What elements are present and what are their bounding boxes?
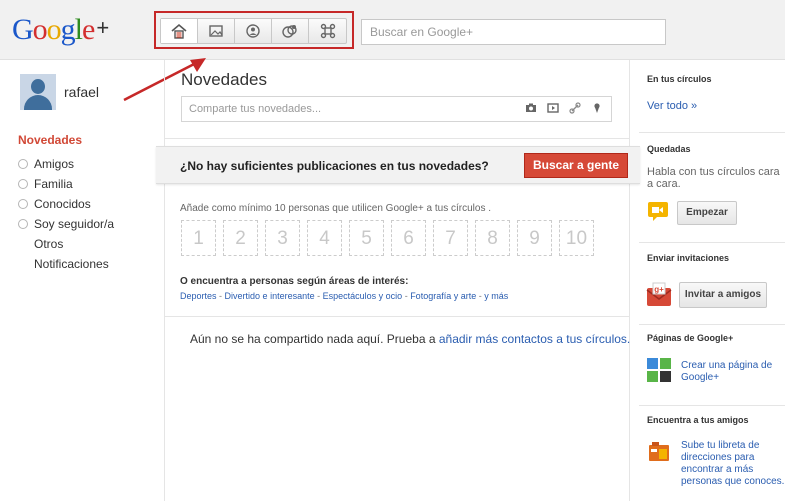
counter-slot: 9 [517,220,552,256]
circle-icon [18,219,28,229]
circle-icon [18,179,28,189]
location-icon[interactable] [591,102,603,114]
divider [639,242,785,243]
interest-link-deportes[interactable]: Deportes [180,291,217,301]
circle-icon [18,199,28,209]
left-nav: Novedades Amigos Familia Conocidos Soy s… [18,133,114,274]
circles-heading: En tus círculos [647,74,712,84]
page-title: Novedades [181,70,268,89]
left-nav-otros[interactable]: Otros [18,234,114,254]
hangouts-heading: Quedadas [647,144,691,154]
right-sidebar: En tus círculos Ver todo » Quedadas Habl… [631,60,785,501]
hangouts-text: Habla con tus círculos cara a cara. [647,166,780,190]
google-plus-logo[interactable]: Google+ [12,10,109,48]
google-pages-icon [647,358,671,382]
nav-profile-button[interactable] [235,19,272,43]
divider [165,138,629,139]
people-counter: 1 2 3 4 5 6 7 8 9 10 [181,220,594,256]
counter-slot: 8 [475,220,510,256]
profile-name[interactable]: rafael [64,84,99,100]
camera-icon[interactable] [525,102,537,114]
suggestion-banner: ¿No hay suficientes publicaciones en tus… [156,146,640,184]
interest-title: O encuentra a personas según áreas de in… [180,276,409,287]
pages-heading: Páginas de Google+ [647,333,734,343]
nav-circles-button[interactable] [272,19,309,43]
create-page-link[interactable]: Crear una página de Google+ [681,360,785,384]
games-icon [320,23,335,39]
left-nav-circle-seguidor[interactable]: Soy seguidor/a [18,214,114,234]
counter-slot: 6 [391,220,426,256]
left-nav-stream[interactable]: Novedades [18,133,114,147]
left-nav-circle-familia[interactable]: Familia [18,174,114,194]
top-bar: Google+ Buscar en Google+ [0,0,785,60]
counter-slot: 4 [307,220,342,256]
interest-link-espectaculos[interactable]: Espectáculos y ocio [323,291,403,301]
divider [165,316,629,317]
share-input[interactable]: Comparte tus novedades... [181,96,612,122]
left-nav-notificaciones[interactable]: Notificaciones [18,254,114,274]
svg-text:g+: g+ [654,285,664,294]
divider [639,324,785,325]
profile-icon [246,24,260,38]
add-contacts-link[interactable]: añadir más contactos a tus círculos. [439,332,630,346]
video-icon[interactable] [547,102,559,114]
nav-games-button[interactable] [309,19,346,43]
interest-link-mas[interactable]: y más [484,291,508,301]
view-all-link[interactable]: Ver todo » [647,100,697,112]
counter-slot: 1 [181,220,216,256]
counter-slot: 10 [559,220,594,256]
interest-link-fotografia[interactable]: Fotografía y arte [410,291,476,301]
find-people-button[interactable]: Buscar a gente [524,153,628,178]
add-people-hint: Añade como mínimo 10 personas que utilic… [180,203,492,214]
empty-stream-message: Aún no se ha compartido nada aquí. Prueb… [190,332,631,346]
nav-photos-button[interactable] [198,19,235,43]
counter-slot: 2 [223,220,258,256]
avatar[interactable] [20,74,56,110]
stream-column: Novedades Comparte tus novedades... ¿No [156,60,640,501]
circle-icon [18,159,28,169]
link-icon[interactable] [569,102,581,114]
hangout-camera-icon [648,202,668,221]
upload-address-book-link[interactable]: Sube tu libreta de direcciones para enco… [681,440,785,488]
left-nav-circle-amigos[interactable]: Amigos [18,154,114,174]
start-hangout-button[interactable]: Empezar [677,201,737,225]
home-icon [171,23,187,39]
address-book-icon [649,442,669,461]
interest-links: Deportes - Divertido e interesante - Esp… [180,291,509,301]
search-input[interactable]: Buscar en Google+ [361,19,666,45]
main-nav [160,18,347,44]
invite-friends-button[interactable]: Invitar a amigos [679,282,767,308]
counter-slot: 7 [433,220,468,256]
circles-icon [282,25,297,38]
find-friends-heading: Encuentra a tus amigos [647,415,749,425]
invite-envelope-icon: g+ [646,282,672,306]
counter-slot: 3 [265,220,300,256]
banner-text: ¿No hay suficientes publicaciones en tus… [180,159,489,173]
invite-heading: Enviar invitaciones [647,253,730,263]
photos-icon [209,25,223,37]
counter-slot: 5 [349,220,384,256]
share-icons [525,102,603,114]
left-nav-circle-conocidos[interactable]: Conocidos [18,194,114,214]
profile-card[interactable]: rafael [20,74,99,110]
interest-link-divertido[interactable]: Divertido e interesante [225,291,315,301]
divider [639,132,785,133]
nav-home-button[interactable] [161,19,198,43]
divider [639,405,785,406]
